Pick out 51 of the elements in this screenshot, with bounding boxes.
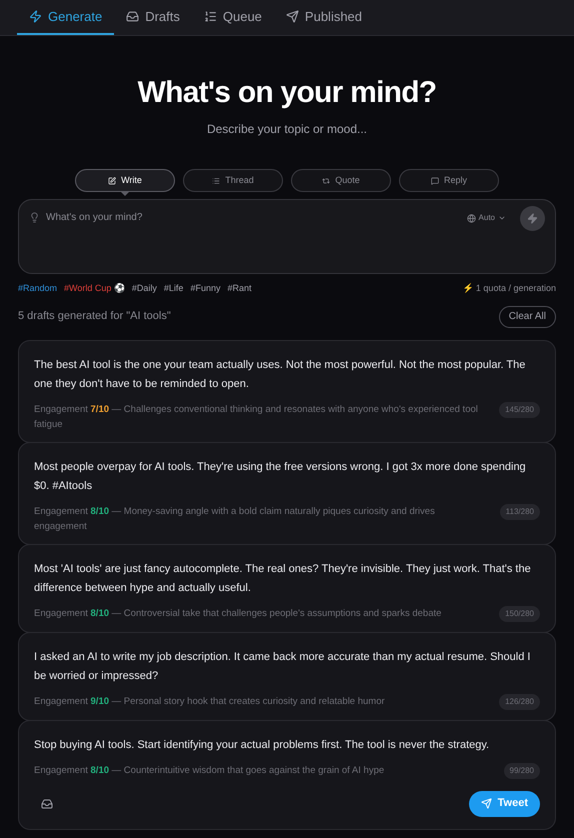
lightbulb-icon xyxy=(29,212,40,223)
paper-plane-icon xyxy=(286,10,299,23)
draft-text: Most people overpay for AI tools. They're using the free versions wrong. I got 3x more done spending $0. #AItools xyxy=(34,460,527,494)
engagement-note: Engagement 9/10 — Personal story hook that creates curiosity and relatable humor xyxy=(34,694,386,708)
character-count: 99/280 xyxy=(504,762,540,778)
nav-tab[interactable]: Generate xyxy=(17,0,114,35)
pen-icon xyxy=(108,176,116,184)
engagement-note: Engagement 8/10 — Counterintuitive wisdom that goes against the grain of AI hype xyxy=(34,764,386,778)
topic-input[interactable]: What's on your mind? xyxy=(46,210,461,225)
quota-note: ⚡ 1 quota / generation xyxy=(462,282,556,295)
nav-tab[interactable]: Queue xyxy=(192,0,274,35)
nav-tab[interactable]: Drafts xyxy=(114,0,192,35)
draft-text: Most 'AI tools' are just fancy autocomplete. The real ones? They're invisible. They just work. That's the difference between hype and actually useful. xyxy=(34,562,532,596)
clear-all-button[interactable]: Clear All xyxy=(498,306,556,328)
mode-tab[interactable]: Reply xyxy=(399,169,499,192)
inbox-icon xyxy=(126,10,140,23)
draft-text: I asked an AI to write my job description. It came back more accurate than my actual resume. Should I be worried or impressed? xyxy=(34,650,532,684)
hashtag-chip[interactable]: #World Cup ⚽ xyxy=(64,282,125,296)
engagement-note: Engagement 8/10 — Money-saving angle with a bold claim naturally piques curiosity and drives engagement xyxy=(34,504,436,534)
mode-tab[interactable]: Quote xyxy=(291,169,391,192)
hashtag-chip[interactable]: #Funny xyxy=(190,282,220,296)
draft-text: Stop buying AI tools. Start identifying your actual problems first. The tool is never the strategy. xyxy=(34,738,490,752)
speech-bubble-icon xyxy=(430,176,439,184)
chevron-icon xyxy=(498,214,506,222)
character-count: 126/280 xyxy=(499,694,540,710)
hashtag-chip[interactable]: #Daily xyxy=(132,282,157,296)
language-select[interactable]: Auto xyxy=(466,212,506,224)
hashtag-chip[interactable]: #Life xyxy=(164,282,184,296)
generate-button[interactable] xyxy=(520,206,545,231)
page-subheading: Describe your topic or mood... xyxy=(206,121,368,138)
repeat-icon xyxy=(322,176,330,184)
draft-text: The best AI tool is the one your team actually uses. Not the most powerful. Not the most popular. The one they don't have to be reminded to open. xyxy=(34,358,526,392)
lightning-icon xyxy=(527,213,538,224)
character-count: 113/280 xyxy=(500,504,540,520)
page-heading: What's on your mind? xyxy=(138,75,436,111)
hashtag-chip[interactable]: #Rant xyxy=(227,282,252,296)
paper-plane-icon xyxy=(480,798,492,809)
inbox-icon xyxy=(41,798,53,810)
composer-field[interactable]: What's on your mind? Auto xyxy=(18,199,556,274)
globe-icon xyxy=(466,214,476,222)
hashtag-chip[interactable]: #Random xyxy=(18,282,58,296)
character-count: 150/280 xyxy=(499,606,540,622)
drafts-summary: 5 drafts generated for "AI tools" xyxy=(18,309,171,324)
lightning-icon xyxy=(29,10,42,23)
list-icon xyxy=(212,176,220,184)
list-icon xyxy=(204,10,217,23)
engagement-note: Engagement 8/10 — Controversial take that challenges people's assumptions and sparks debate xyxy=(34,606,442,620)
character-count: 145/280 xyxy=(499,402,540,418)
engagement-note: Engagement 7/10 — Challenges conventional thinking and resonates with anyone who's experienced tool fatigue xyxy=(34,402,479,432)
nav-tab[interactable]: Published xyxy=(274,0,374,35)
mode-tab[interactable]: Thread xyxy=(183,169,283,192)
